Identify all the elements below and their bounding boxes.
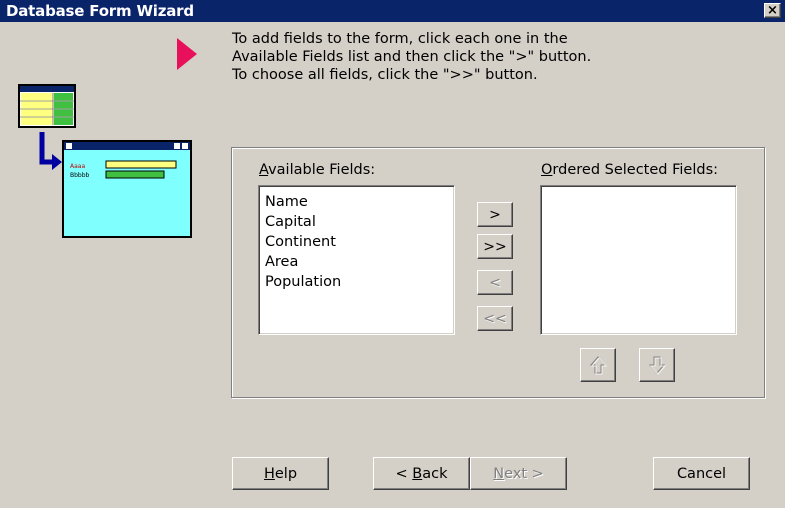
pointer-marker-icon: [177, 38, 197, 70]
instruction-line: Available Fields list and then click the…: [232, 49, 592, 65]
label-text: rdered Selected Fields:: [552, 162, 719, 178]
selected-fields-list[interactable]: [540, 185, 737, 335]
move-up-button[interactable]: [580, 348, 616, 382]
accelerator-key: A: [259, 162, 269, 178]
available-fields-list[interactable]: Name Capital Continent Area Population: [258, 185, 455, 335]
up-arrow-icon: [589, 356, 607, 375]
list-item[interactable]: Area: [259, 252, 454, 272]
back-button[interactable]: < Back: [373, 457, 470, 490]
accelerator-key: H: [263, 465, 275, 482]
button-label: ack: [422, 465, 448, 482]
accelerator-key: B: [412, 465, 423, 482]
down-arrow-icon: [648, 356, 666, 375]
instruction-line: To choose all fields, click the ">>" but…: [232, 67, 538, 83]
title-bar: Database Form Wizard ×: [0, 0, 785, 22]
add-all-fields-button[interactable]: >>: [477, 234, 513, 259]
svg-text:Bbbbb: Bbbbb: [70, 172, 90, 179]
next-button[interactable]: Next >: [470, 457, 567, 490]
move-down-button[interactable]: [639, 348, 675, 382]
add-field-button[interactable]: >: [477, 202, 513, 227]
list-item[interactable]: Name: [259, 192, 454, 212]
list-item[interactable]: Capital: [259, 212, 454, 232]
remove-field-button[interactable]: <: [477, 270, 513, 295]
help-button[interactable]: Help: [232, 457, 329, 490]
accelerator-key: N: [493, 465, 505, 482]
wizard-illustration-icon: Aaaa Bbbbb: [18, 84, 192, 238]
instructions: To add fields to the form, click each on…: [232, 30, 752, 84]
remove-all-fields-button[interactable]: <<: [477, 306, 513, 331]
svg-text:Aaaa: Aaaa: [70, 163, 85, 170]
available-fields-label: Available Fields:: [259, 162, 375, 178]
instruction-line: To add fields to the form, click each on…: [232, 31, 568, 47]
button-label: <: [395, 465, 413, 482]
window-title: Database Form Wizard: [6, 2, 194, 20]
label-text: vailable Fields:: [268, 162, 376, 178]
accelerator-key: O: [541, 162, 553, 178]
button-label: elp: [274, 465, 298, 482]
cancel-button[interactable]: Cancel: [653, 457, 750, 490]
button-label: ext >: [504, 465, 544, 482]
list-item[interactable]: Continent: [259, 232, 454, 252]
close-button[interactable]: ×: [764, 3, 781, 18]
list-item[interactable]: Population: [259, 272, 454, 292]
selected-fields-label: Ordered Selected Fields:: [541, 162, 718, 178]
close-icon: ×: [767, 3, 778, 18]
